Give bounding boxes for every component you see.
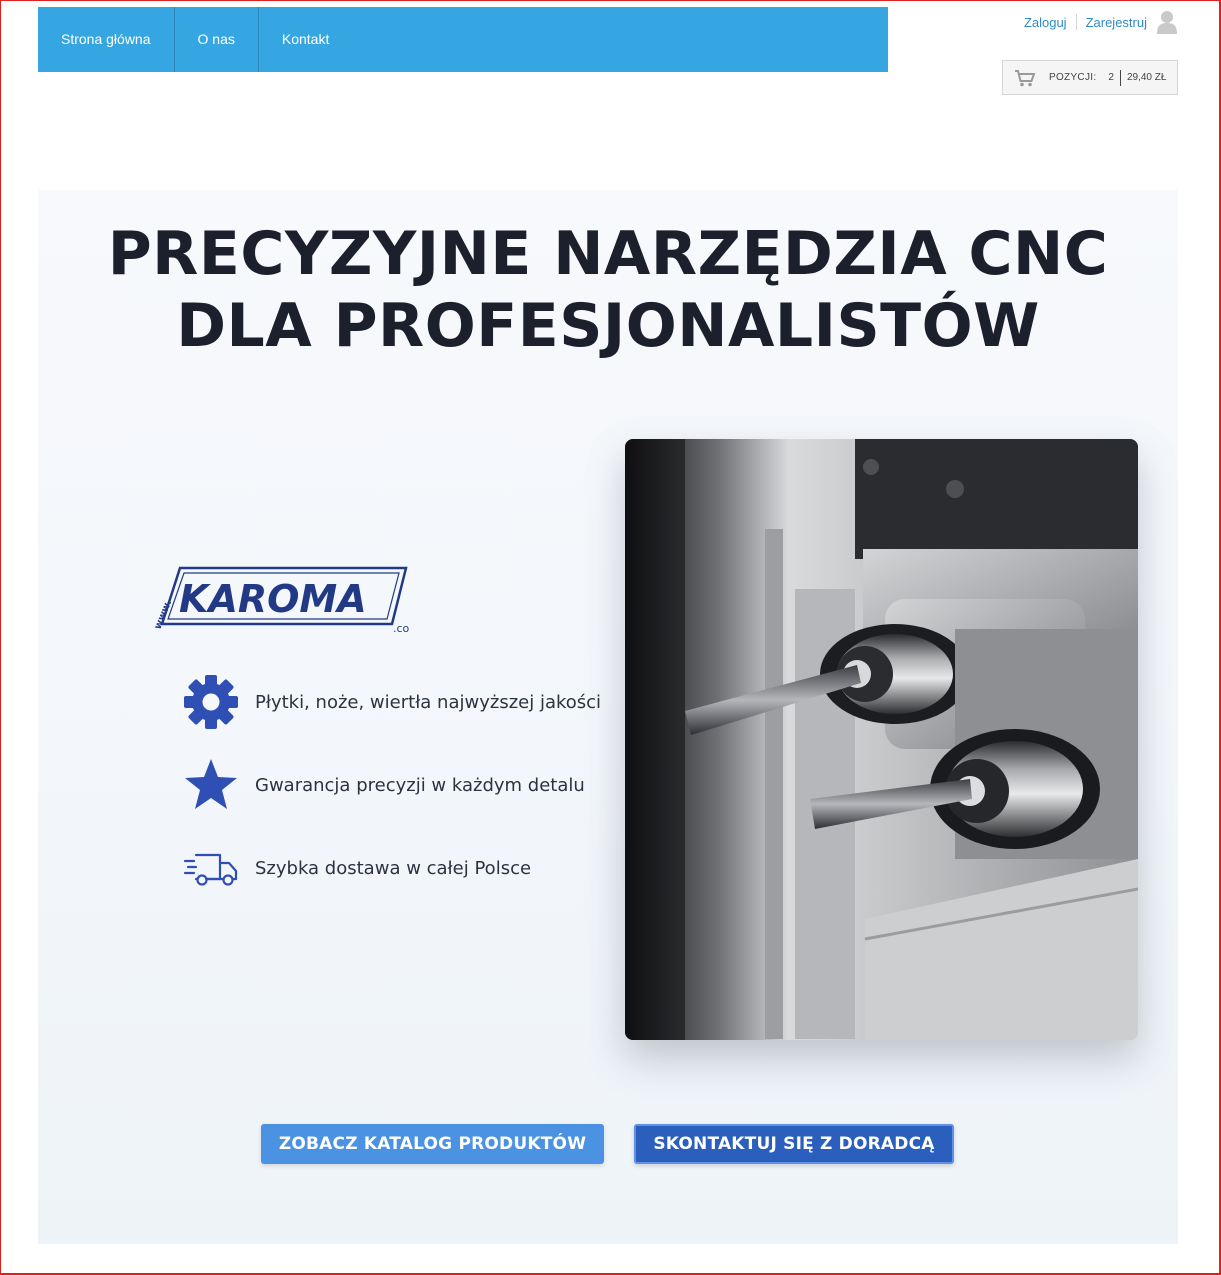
feature-item: Szybka dostawa w całej Polsce xyxy=(182,838,622,898)
cart-count: 2 xyxy=(1108,72,1114,83)
feature-text: Płytki, noże, wiertła najwyższej jakości xyxy=(255,691,602,713)
nav-item-home[interactable]: Strona główna xyxy=(38,7,175,72)
cart-icon xyxy=(1015,69,1036,86)
hero-title: PRECYZYJNE NARZĘDZIA CNC DLA PROFESJONAL… xyxy=(38,218,1178,362)
feature-text: Szybka dostawa w całej Polsce xyxy=(255,857,532,879)
cart-total: 29,40 ZŁ xyxy=(1126,72,1167,83)
feature-text: Gwarancja precyzji w każdym detalu xyxy=(255,774,585,796)
login-link[interactable]: Zaloguj xyxy=(1024,15,1067,30)
feature-item: Gwarancja precyzji w każdym detalu xyxy=(182,755,622,815)
account-links: Zaloguj Zarejestruj xyxy=(1024,10,1177,34)
karoma-logo: www. KAROMA .co xyxy=(153,566,410,634)
catalog-button[interactable]: ZOBACZ KATALOG PRODUKTÓW xyxy=(261,1124,604,1164)
hero-section: PRECYZYJNE NARZĘDZIA CNC DLA PROFESJONAL… xyxy=(38,190,1178,1244)
cart-divider xyxy=(1119,69,1121,86)
nav-item-contact[interactable]: Kontakt xyxy=(259,7,352,72)
logo-prefix: www. xyxy=(153,598,175,631)
contact-advisor-button[interactable]: SKONTAKTUJ SIĘ Z DORADCĄ xyxy=(634,1124,954,1164)
truck-icon xyxy=(182,839,240,897)
hero-title-line-1: PRECYZYJNE NARZĘDZIA CNC xyxy=(107,219,1109,289)
cnc-machine-photo xyxy=(625,439,1138,1040)
logo-name: KAROMA xyxy=(179,577,367,621)
register-link[interactable]: Zarejestruj xyxy=(1086,15,1147,30)
main-nav: Strona główna O nas Kontakt xyxy=(38,7,888,72)
account-divider xyxy=(1075,14,1077,30)
hero-title-line-2: DLA PROFESJONALISTÓW xyxy=(176,291,1040,361)
feature-item: Płytki, noże, wiertła najwyższej jakości xyxy=(182,672,622,732)
nav-item-about[interactable]: O nas xyxy=(175,7,259,72)
star-icon xyxy=(182,756,240,814)
cart-positions-label: POZYCJI: xyxy=(1049,72,1097,83)
gear-icon xyxy=(182,673,240,731)
cart-summary[interactable]: POZYCJI: 2 29,40 ZŁ xyxy=(1002,60,1178,95)
user-icon[interactable] xyxy=(1157,10,1177,34)
logo-suffix: .co xyxy=(393,622,410,634)
